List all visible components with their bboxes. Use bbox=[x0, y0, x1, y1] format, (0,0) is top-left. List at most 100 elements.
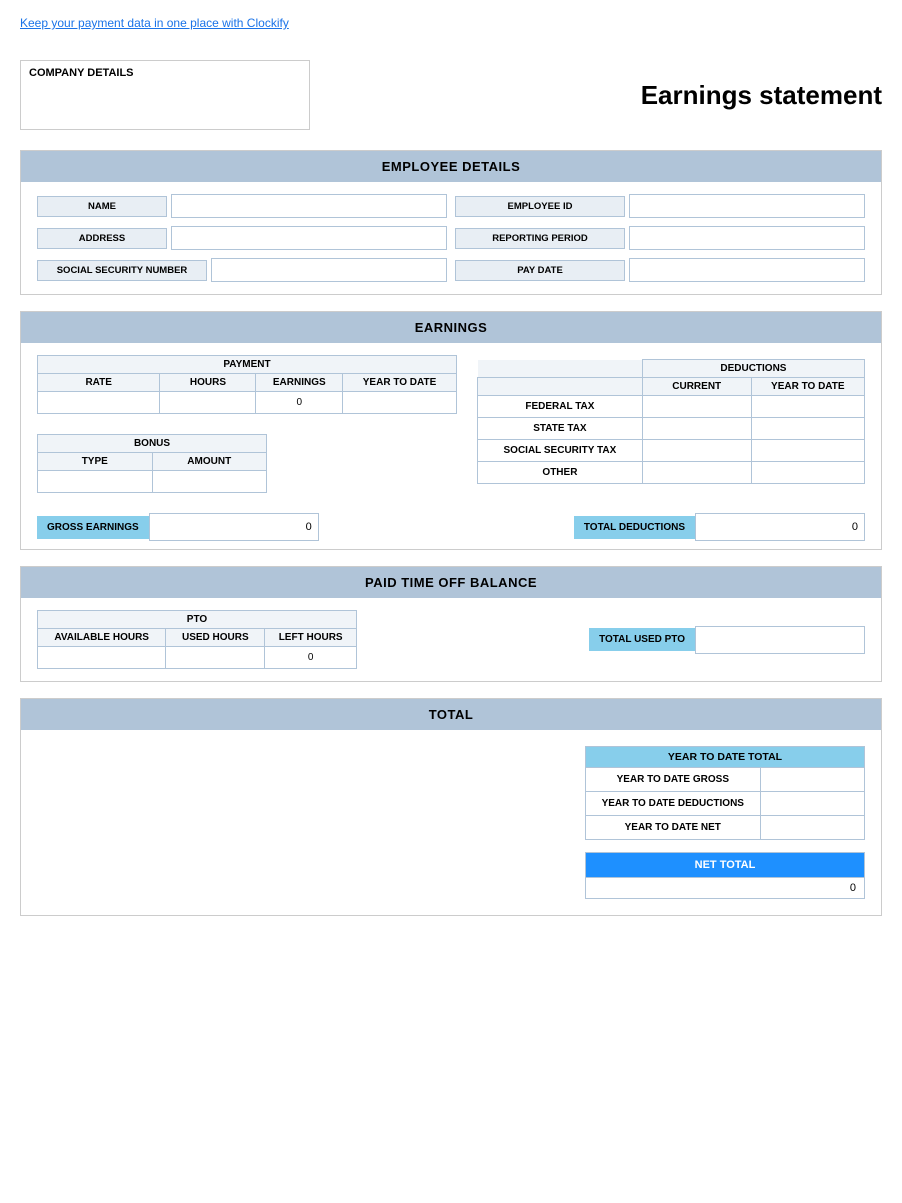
ssn-input[interactable] bbox=[211, 258, 447, 282]
hours-input[interactable] bbox=[178, 395, 238, 410]
payment-col-hours: HOURS bbox=[160, 374, 256, 392]
net-total-value: 0 bbox=[586, 878, 865, 899]
bonus-table-header: BONUS bbox=[38, 435, 267, 453]
pto-left: PTO AVAILABLE HOURS USED HOURS LEFT HOUR… bbox=[37, 610, 357, 669]
net-total-label: NET TOTAL bbox=[586, 853, 865, 878]
federal-tax-current-input[interactable] bbox=[649, 399, 719, 414]
ytd-net-label: YEAR TO DATE NET bbox=[586, 816, 761, 840]
deductions-table: DEDUCTIONS CURRENT YEAR TO DATE FEDERAL … bbox=[477, 359, 865, 484]
ytd-payment-input[interactable] bbox=[365, 395, 435, 410]
employee-id-field-row: EMPLOYEE ID bbox=[455, 194, 865, 218]
payment-table: PAYMENT RATE HOURS EARNINGS YEAR TO DATE… bbox=[37, 355, 457, 414]
ytd-gross-row: YEAR TO DATE GROSS bbox=[586, 768, 865, 792]
bonus-row bbox=[38, 471, 267, 493]
reporting-period-field-row: REPORTING PERIOD bbox=[455, 226, 865, 250]
pto-row: 0 bbox=[38, 647, 357, 669]
page-title: Earnings statement bbox=[641, 80, 882, 111]
ytd-gross-input[interactable] bbox=[767, 772, 847, 787]
ytd-net-row: YEAR TO DATE NET bbox=[586, 816, 865, 840]
earnings-right: DEDUCTIONS CURRENT YEAR TO DATE FEDERAL … bbox=[477, 355, 865, 493]
ytd-deductions-row: YEAR TO DATE DEDUCTIONS bbox=[586, 792, 865, 816]
pto-col-left: LEFT HOURS bbox=[265, 629, 357, 647]
payment-table-header: PAYMENT bbox=[38, 356, 457, 374]
earnings-value: 0 bbox=[256, 392, 343, 414]
totals-row: GROSS EARNINGS 0 TOTAL DEDUCTIONS 0 bbox=[21, 505, 881, 549]
payment-col-earnings: EARNINGS bbox=[256, 374, 343, 392]
ytd-table-header: YEAR TO DATE TOTAL bbox=[586, 747, 865, 768]
earnings-section: EARNINGS PAYMENT RATE HOURS EARNINGS YEA… bbox=[20, 311, 882, 550]
name-input[interactable] bbox=[171, 194, 447, 218]
ytd-table: YEAR TO DATE TOTAL YEAR TO DATE GROSS YE… bbox=[585, 746, 865, 840]
pto-used-input[interactable] bbox=[180, 650, 250, 665]
pay-date-label: PAY DATE bbox=[455, 260, 625, 281]
ssn-field-row: SOCIAL SECURITY NUMBER bbox=[37, 258, 447, 282]
pto-available-input[interactable] bbox=[67, 650, 137, 665]
federal-tax-row: FEDERAL TAX bbox=[478, 396, 865, 418]
rate-input[interactable] bbox=[59, 395, 139, 410]
deductions-spacer bbox=[478, 360, 643, 378]
social-security-label: SOCIAL SECURITY TAX bbox=[478, 440, 643, 462]
total-deductions-block: TOTAL DEDUCTIONS 0 bbox=[574, 513, 865, 541]
employee-details-header: EMPLOYEE DETAILS bbox=[21, 151, 881, 182]
company-label: COMPANY DETAILS bbox=[29, 67, 134, 79]
state-tax-row: STATE TAX bbox=[478, 418, 865, 440]
pto-left-value: 0 bbox=[265, 647, 357, 669]
bonus-table: BONUS TYPE AMOUNT bbox=[37, 434, 267, 493]
bonus-col-amount: AMOUNT bbox=[152, 453, 267, 471]
gross-earnings-value: 0 bbox=[149, 513, 319, 541]
gross-earnings-block: GROSS EARNINGS 0 bbox=[37, 513, 319, 541]
employee-id-input[interactable] bbox=[629, 194, 865, 218]
other-row: OTHER bbox=[478, 462, 865, 484]
other-label: OTHER bbox=[478, 462, 643, 484]
total-section-header: TOTAL bbox=[21, 699, 881, 730]
address-input[interactable] bbox=[171, 226, 447, 250]
reporting-period-input[interactable] bbox=[629, 226, 865, 250]
ss-current-input[interactable] bbox=[649, 443, 719, 458]
pto-col-available: AVAILABLE HOURS bbox=[38, 629, 166, 647]
other-current-input[interactable] bbox=[649, 465, 719, 480]
name-label: NAME bbox=[37, 196, 167, 217]
deductions-col-ytd: YEAR TO DATE bbox=[751, 378, 864, 396]
company-box: COMPANY DETAILS bbox=[20, 60, 310, 130]
earnings-left: PAYMENT RATE HOURS EARNINGS YEAR TO DATE… bbox=[37, 355, 457, 493]
federal-tax-label: FEDERAL TAX bbox=[478, 396, 643, 418]
ytd-deductions-input[interactable] bbox=[767, 796, 847, 811]
total-used-pto-block: TOTAL USED PTO bbox=[589, 626, 865, 654]
pto-table: PTO AVAILABLE HOURS USED HOURS LEFT HOUR… bbox=[37, 610, 357, 669]
clockify-link[interactable]: Keep your payment data in one place with… bbox=[20, 16, 289, 30]
net-total-row: 0 bbox=[586, 878, 865, 899]
state-tax-current-input[interactable] bbox=[649, 421, 719, 436]
employee-details-section: EMPLOYEE DETAILS NAME ADDRESS SOCIAL SEC… bbox=[20, 150, 882, 295]
payment-col-ytd: YEAR TO DATE bbox=[343, 374, 457, 392]
state-tax-ytd-input[interactable] bbox=[758, 421, 828, 436]
address-field-row: ADDRESS bbox=[37, 226, 447, 250]
pto-header: PAID TIME OFF BALANCE bbox=[21, 567, 881, 598]
reporting-period-label: REPORTING PERIOD bbox=[455, 228, 625, 249]
total-deductions-label: TOTAL DEDUCTIONS bbox=[574, 516, 695, 539]
bonus-type-input[interactable] bbox=[50, 474, 140, 489]
federal-tax-ytd-input[interactable] bbox=[758, 399, 828, 414]
top-link-wrapper: Keep your payment data in one place with… bbox=[20, 16, 882, 30]
pto-content: PTO AVAILABLE HOURS USED HOURS LEFT HOUR… bbox=[21, 598, 881, 681]
bonus-amount-input[interactable] bbox=[164, 474, 254, 489]
deductions-empty-col bbox=[478, 378, 643, 396]
total-section-left bbox=[37, 746, 565, 899]
earnings-content: PAYMENT RATE HOURS EARNINGS YEAR TO DATE… bbox=[21, 343, 881, 505]
payment-row: 0 bbox=[38, 392, 457, 414]
pay-date-field-row: PAY DATE bbox=[455, 258, 865, 282]
total-section: TOTAL YEAR TO DATE TOTAL YEAR TO DATE GR… bbox=[20, 698, 882, 916]
pto-right: TOTAL USED PTO bbox=[377, 626, 865, 654]
pay-date-input[interactable] bbox=[629, 258, 865, 282]
earnings-header: EARNINGS bbox=[21, 312, 881, 343]
net-total-table: NET TOTAL 0 bbox=[585, 852, 865, 899]
bonus-col-type: TYPE bbox=[38, 453, 153, 471]
ss-ytd-input[interactable] bbox=[758, 443, 828, 458]
total-section-content: YEAR TO DATE TOTAL YEAR TO DATE GROSS YE… bbox=[21, 730, 881, 915]
ytd-net-input[interactable] bbox=[767, 820, 847, 835]
employee-id-label: EMPLOYEE ID bbox=[455, 196, 625, 217]
payment-col-rate: RATE bbox=[38, 374, 160, 392]
pto-section: PAID TIME OFF BALANCE PTO AVAILABLE HOUR… bbox=[20, 566, 882, 682]
ssn-label: SOCIAL SECURITY NUMBER bbox=[37, 260, 207, 281]
address-label: ADDRESS bbox=[37, 228, 167, 249]
other-ytd-input[interactable] bbox=[758, 465, 828, 480]
